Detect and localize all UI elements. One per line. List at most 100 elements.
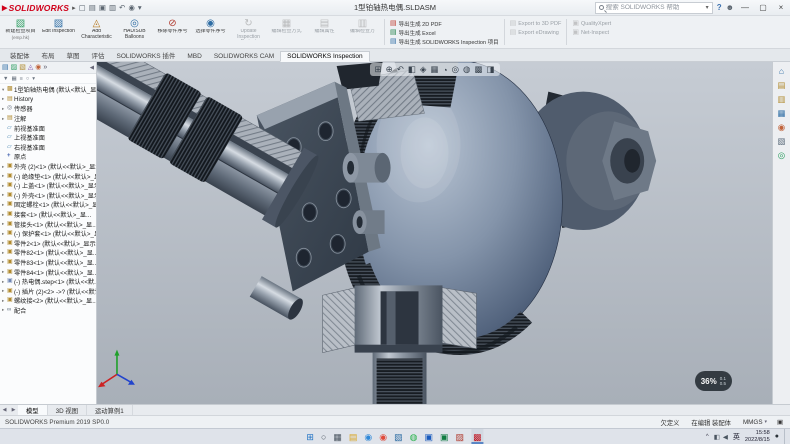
panel-overflow-arrow[interactable]: » [43, 64, 47, 72]
file-menu-arrow[interactable]: ▸ [72, 4, 76, 12]
search-button[interactable]: ○ [321, 429, 326, 444]
tree-item[interactable]: ▸ ▣ (-) 插片 (2)<2> ->? (默认<<默认... [0, 286, 96, 296]
tree-item[interactable]: ▸ ◎ 传感器 [0, 104, 96, 114]
maximize-button[interactable]: ▢ [756, 3, 770, 12]
ribbon-export-button[interactable]: ▤ Export to 3D PDF [508, 19, 564, 29]
tray-chevron-icon[interactable]: ^ [706, 434, 709, 440]
ribbon-tab[interactable]: 布局 [36, 49, 61, 61]
graphics-area[interactable]: ⊞⊕↶◧◈▦◔◎◍▩◨ 36% 0.1 0.5 [97, 62, 772, 404]
ribbon-export-button[interactable]: ▤ 导出生成 Excel [388, 28, 501, 37]
ime-indicator[interactable]: 英 [733, 432, 740, 442]
search-tree-icon[interactable]: ○ [26, 76, 29, 82]
tree-item[interactable]: ▱ 前视基准面 [0, 123, 96, 133]
ribbon-tab[interactable]: SOLIDWORKS Inspection [280, 51, 370, 62]
tab-scroll-right[interactable]: ▶ [9, 405, 18, 415]
tree-item[interactable]: ▸ ▣ (-) 绝缘垫<1> (默认<<默认>_显... [0, 171, 96, 181]
ribbon-button[interactable]: ⊘ 移除零件序号 [154, 17, 191, 47]
tree-item[interactable]: ▸ ▣ 零件83<1> (默认<<默认>_显... [0, 258, 96, 268]
custom-properties-tab[interactable]: ▧ [777, 137, 785, 146]
tree-item[interactable]: ▸ ▣ 固定螺栓<1> (默认<<默认>_显示... [0, 200, 96, 210]
file-explorer[interactable]: ▤ [349, 429, 358, 444]
print-icon[interactable]: ▥ [109, 3, 116, 12]
hierarchy-icon[interactable]: ≡ [20, 76, 23, 82]
tree-item[interactable]: ▸ ▣ 螺纹接<2> (默认<<默认>_显... [0, 296, 96, 306]
ribbon-export-button[interactable]: ▣ QualityXpert [570, 19, 613, 29]
new-file-icon[interactable]: ▢ [79, 3, 86, 12]
hide-show-items-icon[interactable]: ◎ [452, 64, 459, 75]
ribbon-button[interactable]: ▤ 编辑属性 [306, 17, 343, 47]
model-tab[interactable]: 运动算例1 [87, 405, 133, 415]
close-button[interactable]: × [774, 3, 788, 12]
user-account-icon[interactable]: ☻ [726, 3, 734, 12]
ribbon-button[interactable]: ▦ 编辑检查方式 [268, 17, 305, 47]
tab-scroll-left[interactable]: ◀ [0, 405, 9, 415]
apply-scene-icon[interactable]: ▩ [474, 64, 482, 75]
panel-collapse-arrow[interactable]: ◀ [90, 65, 94, 71]
tree-item[interactable]: ▸ ▤ History [0, 95, 96, 105]
view-orientation-icon[interactable]: ▦ [430, 64, 438, 75]
ribbon-export-button[interactable]: ▣ Net-Inspect [570, 29, 613, 39]
save-icon[interactable]: ▣ [99, 3, 106, 12]
tree-item[interactable]: ▸ ▣ (-) 热电偶.step<1> (默认<<默... [0, 277, 96, 287]
design-library-tab[interactable]: ▤ [777, 81, 785, 90]
open-file-icon[interactable]: ▤ [89, 3, 96, 12]
ribbon-button[interactable]: ▨ Edit Inspection [40, 17, 77, 47]
volume-icon[interactable]: ◀ [723, 433, 728, 441]
tree-item[interactable]: ▸ ▣ (-) 保护套<1> (默认<<默认>_显... [0, 229, 96, 239]
ribbon-tab[interactable]: SOLIDWORKS 插件 [111, 49, 182, 61]
configurationmanager-tab[interactable]: ▧ [19, 64, 26, 72]
model-tab[interactable]: 3D 视图 [48, 405, 87, 415]
tree-item[interactable]: ▸ ▣ 零件82<1> (默认<<默认>_显... [0, 248, 96, 258]
start-button[interactable]: ⊞ [306, 429, 314, 444]
solidworks-resources-tab[interactable]: ⌂ [779, 67, 784, 76]
mail-app[interactable]: ▧ [394, 429, 403, 444]
tree-item[interactable]: ▸ ∞ 配合 [0, 306, 96, 316]
display-style-icon[interactable]: ◔ [442, 65, 447, 75]
tree-item[interactable]: ▱ 上视基准面 [0, 133, 96, 143]
tree-item[interactable]: ▸ ▤ 注解 [0, 114, 96, 124]
wechat[interactable]: ◍ [410, 429, 418, 444]
cad-app[interactable]: ▨ [456, 429, 465, 444]
ribbon-export-button[interactable]: ▤ Export eDrawing [508, 29, 564, 39]
tree-item[interactable]: ▱ 右视基准面 [0, 143, 96, 153]
section-view-icon[interactable]: ◧ [408, 64, 416, 75]
rebuild-icon[interactable]: ◉ [128, 3, 135, 12]
search-dropdown-arrow[interactable]: ▾ [706, 4, 709, 11]
file-explorer-tab[interactable]: ▥ [777, 95, 785, 104]
help-search-box[interactable]: ▾ [595, 2, 713, 14]
ribbon-tab[interactable]: 草图 [61, 49, 86, 61]
tree-item[interactable]: ▾ ▩ 1型铂轴热电偶 (默认<默认_显示状态-1 [0, 85, 96, 95]
tree-item[interactable]: ▸ ▣ 接套<1> (默认<<默认>_显... [0, 210, 96, 220]
tree-item[interactable]: ▸ ▣ 零件2<1> (默认<<默认>_显示状... [0, 239, 96, 249]
edit-appearance-icon[interactable]: ◍ [463, 64, 470, 75]
system-clock[interactable]: 15:58 2022/8/15 [745, 430, 770, 442]
featuremanager-tab[interactable]: ▤ [2, 64, 9, 72]
model-tab[interactable]: 模型 [18, 405, 48, 415]
ribbon-tab[interactable]: SOLIDWORKS CAM [208, 52, 280, 61]
appearances-scenes-tab[interactable]: ◉ [778, 123, 785, 132]
tree-item[interactable]: ▸ ▣ (-) 外壳<1> (默认<<默认>_显示状... [0, 191, 96, 201]
model-3d-view[interactable] [97, 62, 772, 404]
word[interactable]: ▣ [425, 429, 434, 444]
network-icon[interactable]: ◧ [714, 433, 720, 441]
ribbon-export-button[interactable]: ▤ 导出生成 SOLIDWORKS Inspection 项目 [388, 38, 501, 47]
tree-item[interactable]: ▸ ▣ 零件84<1> (默认<<默认>_显... [0, 267, 96, 277]
ribbon-button[interactable]: ▧ 新建检查项目 (emp.hk) [2, 17, 39, 47]
excel[interactable]: ▣ [440, 429, 449, 444]
minimize-button[interactable]: — [738, 3, 752, 12]
options-dropdown-icon[interactable]: ▾ [138, 3, 142, 12]
ribbon-tab[interactable]: 评估 [86, 49, 111, 61]
notification-button[interactable]: ● [775, 433, 779, 440]
tree-item[interactable]: + 原点 [0, 152, 96, 162]
previous-view-icon[interactable]: ↶ [397, 64, 404, 75]
status-item-arrow[interactable]: ▾ [765, 419, 768, 425]
dimxpertmanager-tab[interactable]: ◬ [28, 64, 33, 72]
ribbon-button[interactable]: ◬ Add Characteristic [78, 17, 115, 47]
solidworks-app[interactable]: ▩ [471, 429, 484, 444]
tree-item[interactable]: ▸ ▣ 外壳 (2)<1> (默认<<默认>_显示状态 [0, 162, 96, 172]
edge-browser[interactable]: ◉ [364, 429, 372, 444]
ribbon-export-button[interactable]: ▤ 导出生成 2D PDF [388, 19, 501, 28]
view-settings-icon[interactable]: ◨ [486, 64, 494, 75]
search-input[interactable] [606, 4, 704, 11]
ribbon-tab[interactable]: 装配体 [4, 49, 36, 61]
